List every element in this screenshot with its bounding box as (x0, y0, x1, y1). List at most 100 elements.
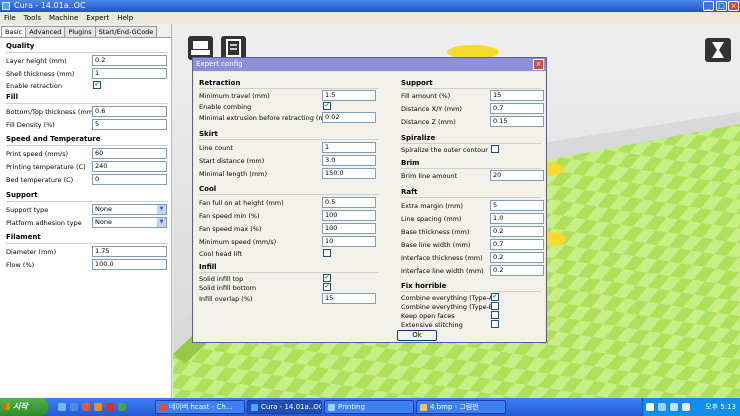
menu-expert[interactable]: Expert (82, 12, 113, 24)
chrome-icon[interactable] (118, 403, 126, 411)
bottom-top-thickness-input[interactable]: 0.6 (92, 106, 167, 117)
extensive-stitching-checkbox[interactable] (491, 320, 499, 328)
solid-infill-bottom-checkbox[interactable]: ✔ (323, 283, 331, 291)
platform-adhesion-select[interactable]: None ▼ (92, 217, 167, 228)
section-title-filament: Filament (6, 233, 41, 241)
start-button[interactable]: 시작 (0, 398, 48, 416)
enable-combing-checkbox[interactable]: ✔ (323, 102, 331, 110)
enable-retraction-checkbox[interactable]: ✔ (93, 81, 101, 89)
section-title-fix-horrible: Fix horrible (401, 282, 447, 290)
solid-infill-top-checkbox[interactable]: ✔ (323, 274, 331, 282)
spiralize-outer-label: Spiralize the outer contour (401, 146, 488, 154)
base-line-width-input[interactable]: 0.7 (490, 239, 544, 250)
interface-line-width-label: Interface line width (mm) (401, 267, 484, 275)
section-title-fill: Fill (6, 93, 18, 101)
line-spacing-label: Line spacing (mm) (401, 215, 462, 223)
taskbar-item-browser[interactable]: 네이버 hcast - Ch... (155, 400, 245, 414)
minimal-length-input[interactable]: 150.0 (322, 168, 376, 179)
line-spacing-input[interactable]: 1.0 (490, 213, 544, 224)
layer-height-input[interactable]: 0.2 (92, 55, 167, 66)
close-button[interactable]: × (728, 1, 739, 11)
shell-thickness-input[interactable]: 1 (92, 68, 167, 79)
extra-margin-input[interactable]: 5 (490, 200, 544, 211)
minimize-button[interactable]: _ (703, 1, 714, 11)
bed-temperature-input[interactable]: 0 (92, 174, 167, 185)
minimum-speed-input[interactable]: 10 (322, 236, 376, 247)
fill-density-input[interactable]: 5 (92, 119, 167, 130)
firefox-icon[interactable] (94, 403, 102, 411)
distance-z-input[interactable]: 0.15 (490, 116, 544, 127)
ime-icon[interactable] (646, 403, 654, 411)
base-thickness-label: Base thickness (mm) (401, 228, 470, 236)
system-tray: 오후 5:13 (642, 398, 740, 416)
section-divider (401, 168, 541, 169)
diameter-input[interactable]: 1.75 (92, 246, 167, 257)
taskbar: 시작 네이버 hcast - Ch... Cura - 14.01a..OC P… (0, 398, 740, 416)
tab-plugins[interactable]: Plugins (64, 26, 96, 37)
distance-z-label: Distance Z (mm) (401, 118, 456, 126)
tab-basic[interactable]: Basic (1, 26, 27, 37)
network-icon[interactable] (670, 403, 678, 411)
fill-amount-input[interactable]: 15 (490, 90, 544, 101)
combine-type-b-checkbox[interactable] (491, 302, 499, 310)
minimal-extrusion-input[interactable]: 0.02 (322, 112, 376, 123)
browser-icon[interactable] (82, 403, 90, 411)
section-divider (401, 197, 541, 198)
start-distance-input[interactable]: 3.0 (322, 155, 376, 166)
taskbar-item-cura[interactable]: Cura - 14.01a..OC (247, 400, 322, 414)
interface-line-width-input[interactable]: 0.2 (490, 265, 544, 276)
section-title-support: Support (401, 79, 433, 87)
menu-help[interactable]: Help (113, 12, 137, 24)
app-launcher-icon[interactable] (106, 403, 114, 411)
cura-app-icon (2, 2, 10, 10)
printing-temperature-input[interactable]: 240 (92, 161, 167, 172)
keep-open-faces-checkbox[interactable] (491, 311, 499, 319)
support-type-label: Support type (6, 206, 49, 214)
menu-tools[interactable]: Tools (20, 12, 45, 24)
menu-file[interactable]: File (0, 12, 20, 24)
maximize-button[interactable]: □ (716, 1, 727, 11)
line-count-input[interactable]: 1 (322, 142, 376, 153)
menu-machine[interactable]: Machine (45, 12, 82, 24)
section-title-raft: Raft (401, 188, 418, 196)
interface-thickness-input[interactable]: 0.2 (490, 252, 544, 263)
section-title-brim: Brim (401, 159, 420, 167)
fan-speed-min-input[interactable]: 100 (322, 210, 376, 221)
minimal-extrusion-label: Minimal extrusion before retracting (mm) (199, 114, 334, 122)
tab-advanced[interactable]: Advanced (25, 26, 66, 37)
combine-type-b-label: Combine everything (Type-B) (401, 303, 496, 311)
minimum-travel-input[interactable]: 1.5 (322, 90, 376, 101)
fan-speed-max-input[interactable]: 100 (322, 223, 376, 234)
fan-full-on-label: Fan full on at height (mm) (199, 199, 284, 207)
base-thickness-input[interactable]: 0.2 (490, 226, 544, 237)
infill-overlap-input[interactable]: 15 (322, 293, 376, 304)
volume-icon[interactable] (682, 403, 690, 411)
ok-button[interactable]: Ok (397, 330, 437, 341)
chevron-down-icon: ▼ (157, 205, 166, 214)
taskbar-item-label: Cura - 14.01a..OC (261, 403, 322, 411)
distance-xy-input[interactable]: 0.7 (490, 103, 544, 114)
taskbar-item-printing[interactable]: Printing (324, 400, 414, 414)
print-speed-input[interactable]: 60 (92, 148, 167, 159)
clock: 오후 5:13 (705, 403, 736, 411)
cool-head-lift-checkbox[interactable] (323, 249, 331, 257)
printing-temperature-label: Printing temperature (C) (6, 163, 86, 171)
paint-window-icon (420, 404, 427, 411)
ie-icon[interactable] (70, 403, 78, 411)
spiralize-outer-checkbox[interactable] (491, 145, 499, 153)
section-divider (199, 194, 379, 195)
combine-type-a-checkbox[interactable]: ✔ (491, 293, 499, 301)
support-type-select[interactable]: None ▼ (92, 204, 167, 215)
fan-full-on-input[interactable]: 0.5 (322, 197, 376, 208)
language-icon[interactable] (658, 403, 666, 411)
base-line-width-label: Base line width (mm) (401, 241, 471, 249)
show-desktop-icon[interactable] (58, 403, 66, 411)
start-distance-label: Start distance (mm) (199, 157, 265, 165)
brim-line-amount-input[interactable]: 20 (490, 170, 544, 181)
platform-adhesion-value: None (95, 218, 112, 226)
taskbar-item-paint[interactable]: 4.bmp - 그림판 (416, 400, 506, 414)
dialog-close-icon[interactable]: × (533, 59, 544, 70)
view-mode-icon[interactable] (705, 38, 731, 62)
flow-input[interactable]: 100.0 (92, 259, 167, 270)
tab-start-end-gcode[interactable]: Start/End-GCode (94, 26, 158, 37)
